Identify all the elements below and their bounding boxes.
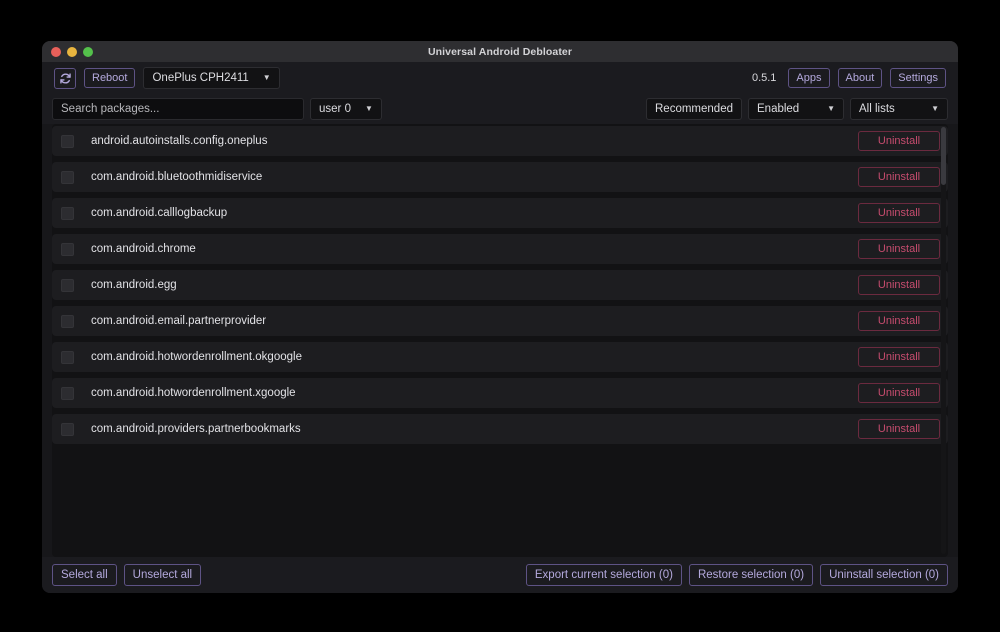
user-dropdown-label: user 0: [319, 103, 351, 115]
package-name: com.android.email.partnerprovider: [91, 315, 267, 327]
refresh-icon: [59, 72, 72, 85]
title-bar: Universal Android Debloater: [42, 41, 958, 62]
package-checkbox[interactable]: [61, 170, 74, 184]
uninstall-button[interactable]: Uninstall: [858, 239, 940, 259]
package-name: com.android.hotwordenrollment.xgoogle: [91, 387, 296, 399]
package-name: com.android.bluetoothmidiservice: [91, 171, 263, 183]
refresh-button[interactable]: [54, 67, 76, 89]
package-checkbox[interactable]: [61, 242, 74, 256]
about-button[interactable]: About: [837, 67, 883, 89]
settings-button[interactable]: Settings: [890, 67, 946, 89]
user-dropdown[interactable]: user 0 ▼: [310, 98, 382, 120]
traffic-lights: [51, 46, 93, 57]
package-list-scrollbar[interactable]: [941, 127, 946, 554]
state-filter-label: Enabled: [757, 103, 800, 115]
table-row[interactable]: com.android.chrome Uninstall: [52, 234, 948, 264]
bottom-bar: Select all Unselect all Export current s…: [42, 557, 958, 593]
uninstall-button[interactable]: Uninstall: [858, 347, 940, 367]
package-list[interactable]: android.autoinstalls.config.oneplus Unins…: [52, 124, 948, 557]
package-checkbox[interactable]: [61, 422, 74, 436]
table-row[interactable]: com.android.providers.partnerbookmarks Un…: [52, 414, 948, 444]
recommendation-filter-dropdown[interactable]: Recommended ▼: [646, 98, 755, 120]
table-row[interactable]: android.autoinstalls.config.oneplus Unins…: [52, 126, 948, 156]
uninstall-selection-button[interactable]: Uninstall selection (0): [820, 563, 948, 587]
package-name: com.android.hotwordenrollment.okgoogle: [91, 351, 302, 363]
search-input[interactable]: [52, 98, 304, 120]
chevron-down-icon: ▼: [931, 104, 939, 113]
export-selection-button[interactable]: Export current selection (0): [525, 563, 682, 587]
chevron-down-icon: ▼: [827, 104, 835, 113]
reboot-button[interactable]: Reboot: [84, 67, 136, 89]
table-row[interactable]: com.android.hotwordenrollment.xgoogle Uni…: [52, 378, 948, 408]
package-checkbox[interactable]: [61, 134, 74, 148]
package-checkbox[interactable]: [61, 206, 74, 220]
package-name: com.android.providers.partnerbookmarks: [91, 423, 301, 435]
package-name: com.android.chrome: [91, 243, 196, 255]
package-checkbox[interactable]: [61, 314, 74, 328]
device-dropdown[interactable]: OnePlus CPH2411 ▼: [143, 67, 280, 89]
package-checkbox[interactable]: [61, 278, 74, 292]
table-row[interactable]: com.android.hotwordenrollment.okgoogle Un…: [52, 342, 948, 372]
unselect-all-button[interactable]: Unselect all: [123, 563, 202, 587]
package-name: com.android.calllogbackup: [91, 207, 228, 219]
restore-selection-button[interactable]: Restore selection (0): [688, 563, 814, 587]
window-title: Universal Android Debloater: [427, 45, 573, 58]
package-list-container: android.autoinstalls.config.oneplus Unins…: [52, 124, 948, 557]
table-row[interactable]: com.android.bluetoothmidiservice Uninstal…: [52, 162, 948, 192]
list-filter-label: All lists: [859, 103, 895, 115]
state-filter-dropdown[interactable]: Enabled ▼: [748, 98, 844, 120]
select-all-button[interactable]: Select all: [52, 563, 117, 587]
maximize-window-button[interactable]: [83, 46, 93, 57]
uninstall-button[interactable]: Uninstall: [858, 275, 940, 295]
chevron-down-icon: ▼: [262, 73, 271, 82]
uninstall-button[interactable]: Uninstall: [858, 131, 940, 151]
close-window-button[interactable]: [51, 46, 61, 57]
uninstall-button[interactable]: Uninstall: [858, 203, 940, 223]
device-dropdown-label: OnePlus CPH2411: [152, 72, 249, 84]
table-row[interactable]: com.android.calllogbackup Uninstall: [52, 198, 948, 228]
chevron-down-icon: ▼: [364, 104, 373, 113]
filter-row: user 0 ▼ Recommended ▼ Enabled ▼ All lis…: [42, 94, 958, 124]
table-row[interactable]: com.android.egg Uninstall: [52, 270, 948, 300]
package-name: android.autoinstalls.config.oneplus: [91, 135, 268, 147]
package-name: com.android.egg: [91, 279, 177, 291]
uninstall-button[interactable]: Uninstall: [858, 419, 940, 439]
package-checkbox[interactable]: [61, 386, 74, 400]
package-checkbox[interactable]: [61, 350, 74, 364]
uninstall-button[interactable]: Uninstall: [858, 167, 940, 187]
package-list-scrollbar-thumb[interactable]: [941, 127, 946, 185]
uninstall-button[interactable]: Uninstall: [858, 311, 940, 331]
version-label: 0.5.1: [751, 72, 777, 84]
app-window: Universal Android Debloater Reboot OnePl…: [42, 41, 958, 593]
toolbar: Reboot OnePlus CPH2411 ▼ 0.5.1 Apps Abou…: [42, 62, 958, 94]
table-row[interactable]: com.android.email.partnerprovider Uninsta…: [52, 306, 948, 336]
apps-button[interactable]: Apps: [788, 67, 830, 89]
uninstall-button[interactable]: Uninstall: [858, 383, 940, 403]
recommendation-filter-label: Recommended: [655, 103, 733, 115]
list-filter-dropdown[interactable]: All lists ▼: [850, 98, 948, 120]
minimize-window-button[interactable]: [67, 46, 77, 57]
